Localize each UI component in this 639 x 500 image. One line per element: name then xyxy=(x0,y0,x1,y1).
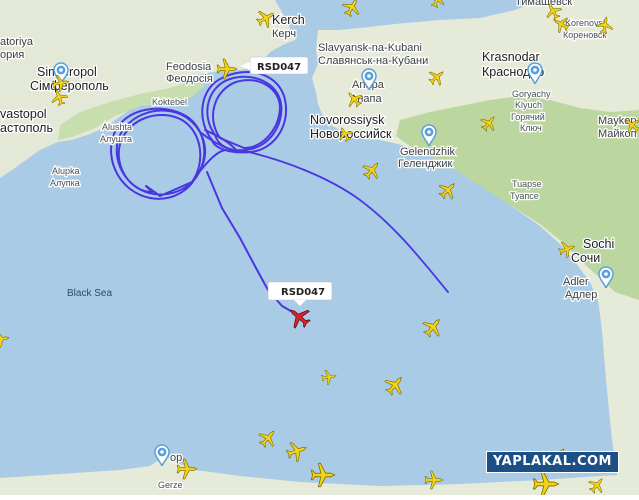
place-label: Сочи xyxy=(571,251,600,265)
place-label: op xyxy=(170,452,182,464)
place-label: Krasnodar xyxy=(482,50,540,64)
place-label: Alushta xyxy=(102,122,132,132)
place-label: Алушта xyxy=(100,134,132,144)
place-label: atoriya xyxy=(0,36,34,48)
place-label: Ключ xyxy=(520,123,542,133)
place-label: Adler xyxy=(563,276,589,288)
place-label: ория xyxy=(0,49,24,61)
place-label: vastopol xyxy=(0,107,47,121)
place-label: Кореновск xyxy=(563,30,606,40)
place-label: Геленджик xyxy=(398,158,453,170)
sea-label: Black Sea xyxy=(67,288,112,299)
place-label: Тимашевск xyxy=(515,0,572,8)
place-label: Novorossiysk xyxy=(310,113,385,127)
place-label: Алупка xyxy=(50,178,80,188)
place-label: астополь xyxy=(0,121,53,135)
place-label: Славянськ-на-Кубани xyxy=(318,55,428,67)
place-label: Керч xyxy=(272,28,296,40)
place-label: Goryachy xyxy=(512,89,551,99)
tracked-flight-start-tag[interactable]: RSD047 xyxy=(240,57,308,74)
place-label: Gerze xyxy=(158,480,183,490)
place-label: Адлер xyxy=(565,289,597,301)
place-label: Sochi xyxy=(583,237,614,251)
place-label: Koktebel xyxy=(152,97,187,107)
place-label: Klyuch xyxy=(515,100,542,110)
tracked-flight-start-label: RSD047 xyxy=(257,62,301,73)
place-label: Kerch xyxy=(272,13,305,27)
place-label: Tuapse xyxy=(512,179,542,189)
flight-map[interactable]: Black Sea Kerch Керч Тимашевск Korenovsk… xyxy=(0,0,639,495)
place-label: Alupka xyxy=(52,166,80,176)
place-label: Feodosia xyxy=(166,61,212,73)
tracked-flight-callsign: RSD047 xyxy=(281,287,325,298)
place-label: Феодосія xyxy=(166,73,213,85)
place-label: Туапсе xyxy=(510,191,539,201)
place-label: Горячий xyxy=(511,112,545,122)
place-label: Slavyansk-na-Kubani xyxy=(318,42,422,54)
place-label: Сімферополь xyxy=(30,79,109,93)
place-label: Gelendzhik xyxy=(400,146,456,158)
watermark: YAPLAKAL.COM xyxy=(486,451,619,473)
